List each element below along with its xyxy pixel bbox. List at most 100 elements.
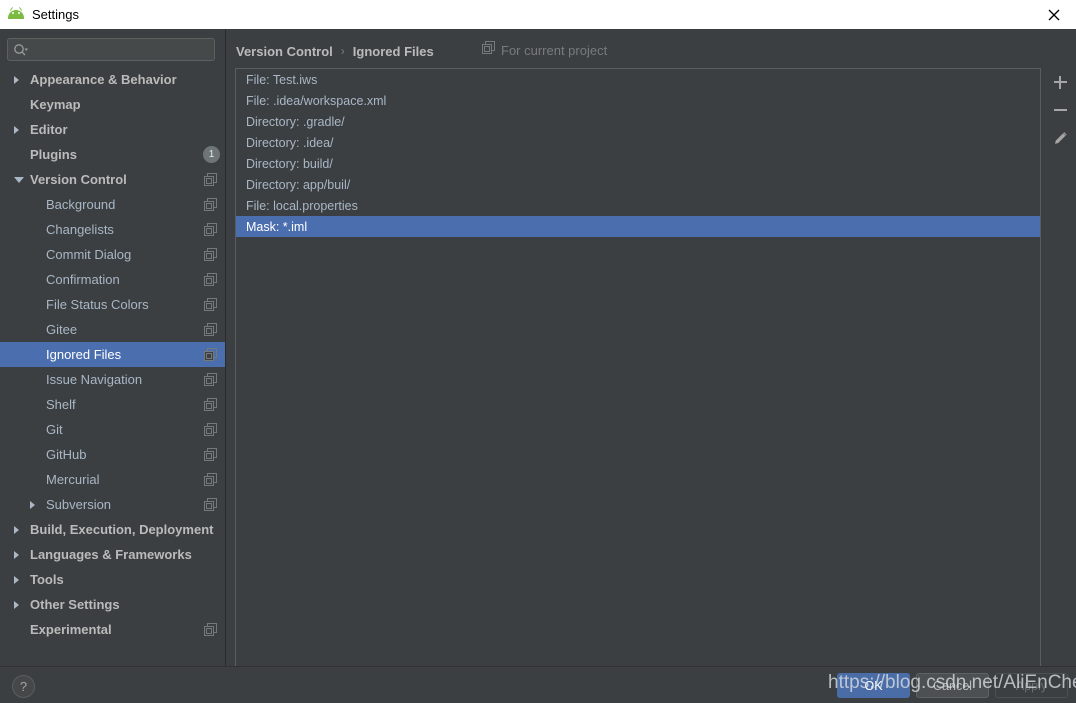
- copy-icon[interactable]: [204, 398, 217, 411]
- sidebar-item-file-status-colors[interactable]: File Status Colors: [0, 292, 225, 317]
- cancel-button[interactable]: Cancel: [916, 673, 989, 698]
- copy-icon[interactable]: [204, 173, 217, 186]
- chevron-right-icon[interactable]: [14, 125, 19, 134]
- sidebar-item-label: Shelf: [46, 397, 76, 412]
- sidebar-item-version-control[interactable]: Version Control: [0, 167, 225, 192]
- sidebar-item-experimental[interactable]: Experimental: [0, 617, 225, 642]
- copy-icon[interactable]: [204, 223, 217, 236]
- ignored-files-list[interactable]: File: Test.iws File: .idea/workspace.xml D…: [235, 68, 1041, 685]
- copy-icon[interactable]: [204, 623, 217, 636]
- android-logo-icon: [8, 6, 24, 23]
- chevron-right-icon[interactable]: [14, 525, 19, 534]
- sidebar-item-label: Gitee: [46, 322, 78, 337]
- sidebar-item-label: Build, Execution, Deployment: [30, 522, 214, 537]
- chevron-right-icon[interactable]: [14, 550, 19, 559]
- list-item[interactable]: Directory: .idea/: [236, 132, 1040, 153]
- list-item[interactable]: Directory: app/buil/: [236, 174, 1040, 195]
- copy-icon: [482, 41, 495, 59]
- dialog-button-group: OK Cancel Apply: [837, 673, 1068, 698]
- sidebar-item-label: Confirmation: [46, 272, 120, 287]
- copy-icon[interactable]: [204, 473, 217, 486]
- sidebar-item-label: Plugins: [30, 147, 77, 162]
- sidebar-item-background[interactable]: Background: [0, 192, 225, 217]
- copy-icon[interactable]: [204, 323, 217, 336]
- sidebar-item-commit-dialog[interactable]: Commit Dialog: [0, 242, 225, 267]
- breadcrumb-parent[interactable]: Version Control: [236, 44, 333, 59]
- copy-icon[interactable]: [204, 348, 217, 361]
- sidebar-item-label: Changelists: [46, 222, 114, 237]
- sidebar-item-tools[interactable]: Tools: [0, 567, 225, 592]
- list-item[interactable]: File: Test.iws: [236, 69, 1040, 90]
- add-button[interactable]: [1046, 68, 1074, 96]
- sidebar-item-keymap[interactable]: Keymap: [0, 92, 225, 117]
- sidebar-item-label: Git: [46, 422, 63, 437]
- sidebar-item-label: Keymap: [30, 97, 81, 112]
- list-item[interactable]: Directory: .gradle/: [236, 111, 1040, 132]
- title-bar: Settings: [0, 0, 1076, 29]
- sidebar-item-label: Version Control: [30, 172, 127, 187]
- sidebar-item-label: Languages & Frameworks: [30, 547, 192, 562]
- dialog-footer: ? OK Cancel Apply: [0, 666, 1076, 703]
- sidebar-item-label: Background: [46, 197, 116, 212]
- sidebar-item-mercurial[interactable]: Mercurial: [0, 467, 225, 492]
- list-item[interactable]: Directory: build/: [236, 153, 1040, 174]
- chevron-right-icon[interactable]: [14, 75, 19, 84]
- list-item[interactable]: File: local.properties: [236, 195, 1040, 216]
- chevron-down-icon[interactable]: [14, 176, 24, 183]
- sidebar-item-git[interactable]: Git: [0, 417, 225, 442]
- sidebar-item-build-execution-deployment[interactable]: Build, Execution, Deployment: [0, 517, 225, 542]
- search-box[interactable]: [7, 38, 215, 61]
- sidebar-item-github[interactable]: GitHub: [0, 442, 225, 467]
- sidebar-item-changelists[interactable]: Changelists: [0, 217, 225, 242]
- close-icon[interactable]: [1032, 0, 1076, 29]
- list-item[interactable]: Mask: *.iml: [236, 216, 1040, 237]
- sidebar-item-plugins[interactable]: Plugins 1: [0, 142, 225, 167]
- copy-icon[interactable]: [204, 448, 217, 461]
- sidebar-item-label: Other Settings: [30, 597, 120, 612]
- pencil-icon: [1054, 131, 1066, 144]
- list-item[interactable]: File: .idea/workspace.xml: [236, 90, 1040, 111]
- sidebar-item-label: Ignored Files: [46, 347, 122, 362]
- sidebar-item-label: Experimental: [30, 622, 112, 637]
- chevron-right-icon[interactable]: [14, 575, 19, 584]
- search-container: [7, 38, 215, 61]
- sidebar-item-label: Issue Navigation: [46, 372, 143, 387]
- sidebar-item-appearance-behavior[interactable]: Appearance & Behavior: [0, 67, 225, 92]
- apply-button: Apply: [995, 673, 1068, 698]
- sidebar-item-label: Editor: [30, 122, 68, 137]
- copy-icon[interactable]: [204, 248, 217, 261]
- remove-button[interactable]: [1046, 96, 1074, 124]
- copy-icon[interactable]: [204, 198, 217, 211]
- breadcrumb-separator: ›: [340, 44, 345, 58]
- sidebar-item-editor[interactable]: Editor: [0, 117, 225, 142]
- search-input[interactable]: [29, 40, 199, 59]
- scope-note: For current project: [482, 41, 607, 59]
- copy-icon[interactable]: [204, 373, 217, 386]
- window-title: Settings: [32, 7, 79, 22]
- chevron-right-icon[interactable]: [14, 600, 19, 609]
- sidebar-item-languages-frameworks[interactable]: Languages & Frameworks: [0, 542, 225, 567]
- sidebar-item-subversion[interactable]: Subversion: [0, 492, 225, 517]
- sidebar-item-confirmation[interactable]: Confirmation: [0, 267, 225, 292]
- copy-icon[interactable]: [204, 423, 217, 436]
- sidebar-item-gitee[interactable]: Gitee: [0, 317, 225, 342]
- sidebar-item-issue-navigation[interactable]: Issue Navigation: [0, 367, 225, 392]
- sidebar-item-label: Mercurial: [46, 472, 100, 487]
- settings-dialog: Settings Appearance & Behavior Keymap Edit…: [0, 0, 1076, 703]
- settings-sidebar[interactable]: Appearance & Behavior Keymap Editor Plugins…: [0, 67, 225, 666]
- ok-button[interactable]: OK: [837, 673, 910, 698]
- status-badge: 1: [203, 146, 220, 163]
- sidebar-item-other-settings[interactable]: Other Settings: [0, 592, 225, 617]
- edit-button[interactable]: [1046, 124, 1074, 152]
- sidebar-item-label: File Status Colors: [46, 297, 149, 312]
- sidebar-item-ignored-files[interactable]: Ignored Files: [0, 342, 225, 367]
- copy-icon[interactable]: [204, 498, 217, 511]
- help-button[interactable]: ?: [12, 675, 35, 698]
- copy-icon[interactable]: [204, 273, 217, 286]
- sidebar-item-shelf[interactable]: Shelf: [0, 392, 225, 417]
- copy-icon[interactable]: [204, 298, 217, 311]
- scope-label: For current project: [501, 42, 608, 58]
- list-toolbar: [1046, 68, 1074, 685]
- sidebar-item-label: Tools: [30, 572, 64, 587]
- chevron-right-icon[interactable]: [30, 500, 35, 509]
